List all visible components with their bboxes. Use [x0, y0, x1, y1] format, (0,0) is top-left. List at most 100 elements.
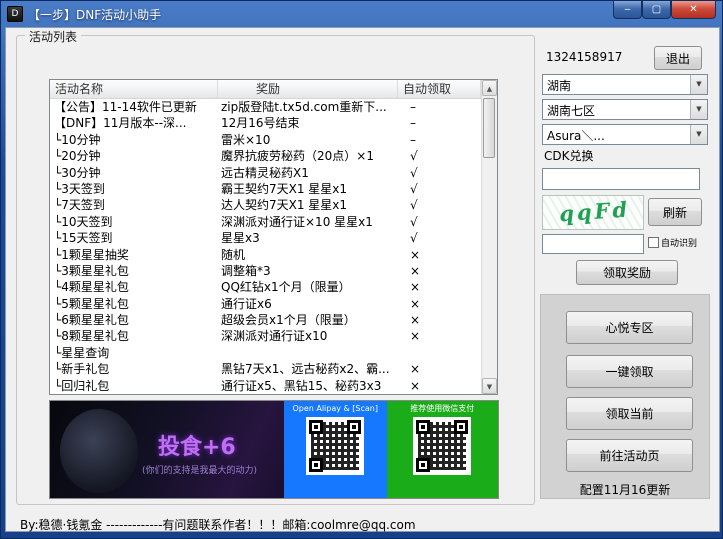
- reward-cell: 12月16号结束: [218, 115, 398, 131]
- titlebar[interactable]: D 【一步】DNF活动小助手 – ▢ ✕: [1, 1, 722, 27]
- table-row[interactable]: └10天签到深渊派对通行证×10 星星x1√: [50, 214, 481, 230]
- exit-button[interactable]: 退出: [654, 46, 702, 70]
- activity-name-cell: └10天签到: [50, 214, 218, 230]
- table-row[interactable]: └1颗星星抽奖随机×: [50, 247, 481, 263]
- chevron-down-icon[interactable]: ▼: [690, 75, 707, 94]
- footer-contact-text: By:稳德·钱氪金 -------------有问题联系作者！！！邮箱:cool…: [20, 516, 416, 533]
- wechat-qr-code: [413, 417, 471, 475]
- region-select-value: 湖南: [547, 77, 687, 94]
- column-header-reward[interactable]: 奖励: [218, 80, 398, 98]
- reward-cell: 超级会员x1个月（限量）: [218, 312, 398, 328]
- auto-claim-cell: –: [398, 99, 481, 115]
- table-row[interactable]: └7天签到达人契约7天X1 星星x1√: [50, 197, 481, 213]
- activity-name-cell: └20分钟: [50, 148, 218, 164]
- region-select[interactable]: 湖南 ▼: [542, 74, 708, 95]
- reward-cell: QQ红钻x1个月（限量）: [218, 279, 398, 295]
- table-row[interactable]: └20分钟魔界抗疲劳秘药（20点）×1√: [50, 148, 481, 164]
- table-row[interactable]: └15天签到星星x3√: [50, 230, 481, 246]
- table-row[interactable]: └星星查询: [50, 345, 481, 361]
- auto-claim-cell: ×: [398, 378, 481, 394]
- column-header-activity-name[interactable]: 活动名称: [50, 80, 218, 98]
- client-area: 活动列表 活动名称 奖励 自动领取 【公告】11-14软件已更新zip版登陆t.…: [5, 27, 720, 532]
- auto-claim-cell: √: [398, 230, 481, 246]
- window-title: 【一步】DNF活动小助手: [28, 6, 161, 23]
- auto-claim-cell: √: [398, 181, 481, 197]
- reward-cell: 霸王契约7天X1 星星x1: [218, 181, 398, 197]
- auto-claim-cell: –: [398, 115, 481, 131]
- table-row[interactable]: └30分钟远古精灵秘药X1√: [50, 165, 481, 181]
- scroll-down-icon[interactable]: ▼: [482, 378, 497, 394]
- table-row[interactable]: └5颗星星礼包通行证x6×: [50, 296, 481, 312]
- auto-claim-cell: √: [398, 165, 481, 181]
- checkbox-icon[interactable]: [648, 237, 659, 248]
- activity-table: 活动名称 奖励 自动领取 【公告】11-14软件已更新zip版登陆t.tx5d.…: [49, 79, 498, 395]
- auto-ocr-checkbox[interactable]: 自动识别: [648, 236, 697, 249]
- table-row[interactable]: └新手礼包黑钻7天x1、远古秘药x2、霸...×: [50, 361, 481, 377]
- vertical-scrollbar[interactable]: ▲ ▼: [481, 80, 497, 394]
- activity-name-cell: 【公告】11-14软件已更新: [50, 99, 218, 115]
- table-row[interactable]: └8颗星星礼包深渊派对通行证x10×: [50, 328, 481, 344]
- xinyue-zone-button[interactable]: 心悦专区: [566, 311, 693, 344]
- auto-claim-cell: ×: [398, 312, 481, 328]
- scroll-up-icon[interactable]: ▲: [482, 80, 497, 96]
- activity-name-cell: └4颗星星礼包: [50, 279, 218, 295]
- auto-claim-cell: ×: [398, 328, 481, 344]
- table-row[interactable]: └3颗星星礼包调整箱*3×: [50, 263, 481, 279]
- table-row[interactable]: └回归礼包通行证x5、黑钻15、秘药3x3×: [50, 378, 481, 394]
- reward-cell: 调整箱*3: [218, 263, 398, 279]
- table-row[interactable]: └3天签到霸王契约7天X1 星星x1√: [50, 181, 481, 197]
- refresh-captcha-button[interactable]: 刷新: [648, 198, 702, 226]
- column-header-auto-claim[interactable]: 自动领取: [398, 80, 481, 98]
- qr-finder-icon: [309, 458, 323, 472]
- activity-name-cell: └星星查询: [50, 345, 218, 361]
- table-header[interactable]: 活动名称 奖励 自动领取: [50, 80, 481, 99]
- maximize-button[interactable]: ▢: [642, 1, 671, 19]
- server-select[interactable]: 湖南七区 ▼: [542, 99, 708, 120]
- table-row[interactable]: 【公告】11-14软件已更新zip版登陆t.tx5d.com重新下...–: [50, 99, 481, 115]
- config-update-note: 配置11月16更新: [541, 481, 709, 498]
- close-button[interactable]: ✕: [671, 1, 716, 19]
- qr-finder-icon: [416, 458, 430, 472]
- reward-cell: [218, 345, 398, 361]
- account-id: 1324158917: [546, 50, 622, 64]
- activity-name-cell: 【DNF】11月版本--深...: [50, 115, 218, 131]
- activity-name-cell: └3天签到: [50, 181, 218, 197]
- reward-cell: 深渊派对通行证x10: [218, 328, 398, 344]
- activity-name-cell: └5颗星星礼包: [50, 296, 218, 312]
- character-select-value: Asura＼...: [547, 127, 687, 144]
- table-row[interactable]: └4颗星星礼包QQ红钻x1个月（限量）×: [50, 279, 481, 295]
- support-banner[interactable]: 投食+6 (你们的支持是我最大的动力): [50, 401, 284, 498]
- chevron-down-icon[interactable]: ▼: [690, 125, 707, 144]
- table-row[interactable]: 【DNF】11月版本--深...12月16号结束–: [50, 115, 481, 131]
- promo-banner: 投食+6 (你们的支持是我最大的动力) Open Alipay & [Scan]…: [49, 400, 499, 499]
- reward-cell: 魔界抗疲劳秘药（20点）×1: [218, 148, 398, 164]
- minimize-button[interactable]: –: [613, 1, 642, 19]
- alipay-qr-code: [306, 417, 364, 475]
- activity-name-cell: └3颗星星礼包: [50, 263, 218, 279]
- auto-claim-cell: [398, 345, 481, 361]
- reward-cell: 随机: [218, 247, 398, 263]
- goto-activity-page-button[interactable]: 前往活动页: [566, 439, 693, 472]
- one-key-claim-button[interactable]: 一键领取: [566, 355, 693, 388]
- auto-claim-cell: ×: [398, 296, 481, 312]
- auto-ocr-label: 自动识别: [661, 236, 697, 249]
- claim-current-button[interactable]: 领取当前: [566, 397, 693, 430]
- scrollbar-thumb[interactable]: [483, 98, 495, 158]
- table-row[interactable]: └10分钟雷米×10–: [50, 132, 481, 148]
- support-banner-subtitle: (你们的支持是我最大的动力): [142, 463, 257, 476]
- character-select[interactable]: Asura＼... ▼: [542, 124, 708, 145]
- cdk-input[interactable]: [542, 168, 700, 190]
- qr-finder-icon: [309, 420, 323, 434]
- activity-name-cell: └8颗星星礼包: [50, 328, 218, 344]
- activity-name-cell: └30分钟: [50, 165, 218, 181]
- auto-claim-cell: √: [398, 214, 481, 230]
- captcha-input[interactable]: [542, 234, 644, 254]
- claim-reward-button[interactable]: 领取奖励: [576, 260, 678, 285]
- wechat-qr-panel: 推荐使用微信支付: [387, 401, 499, 498]
- activity-name-cell: └10分钟: [50, 132, 218, 148]
- table-row[interactable]: └6颗星星礼包超级会员x1个月（限量）×: [50, 312, 481, 328]
- captcha-image[interactable]: qqFd: [542, 195, 644, 230]
- server-select-value: 湖南七区: [547, 102, 687, 119]
- alipay-caption: Open Alipay & [Scan]: [284, 401, 387, 415]
- chevron-down-icon[interactable]: ▼: [690, 100, 707, 119]
